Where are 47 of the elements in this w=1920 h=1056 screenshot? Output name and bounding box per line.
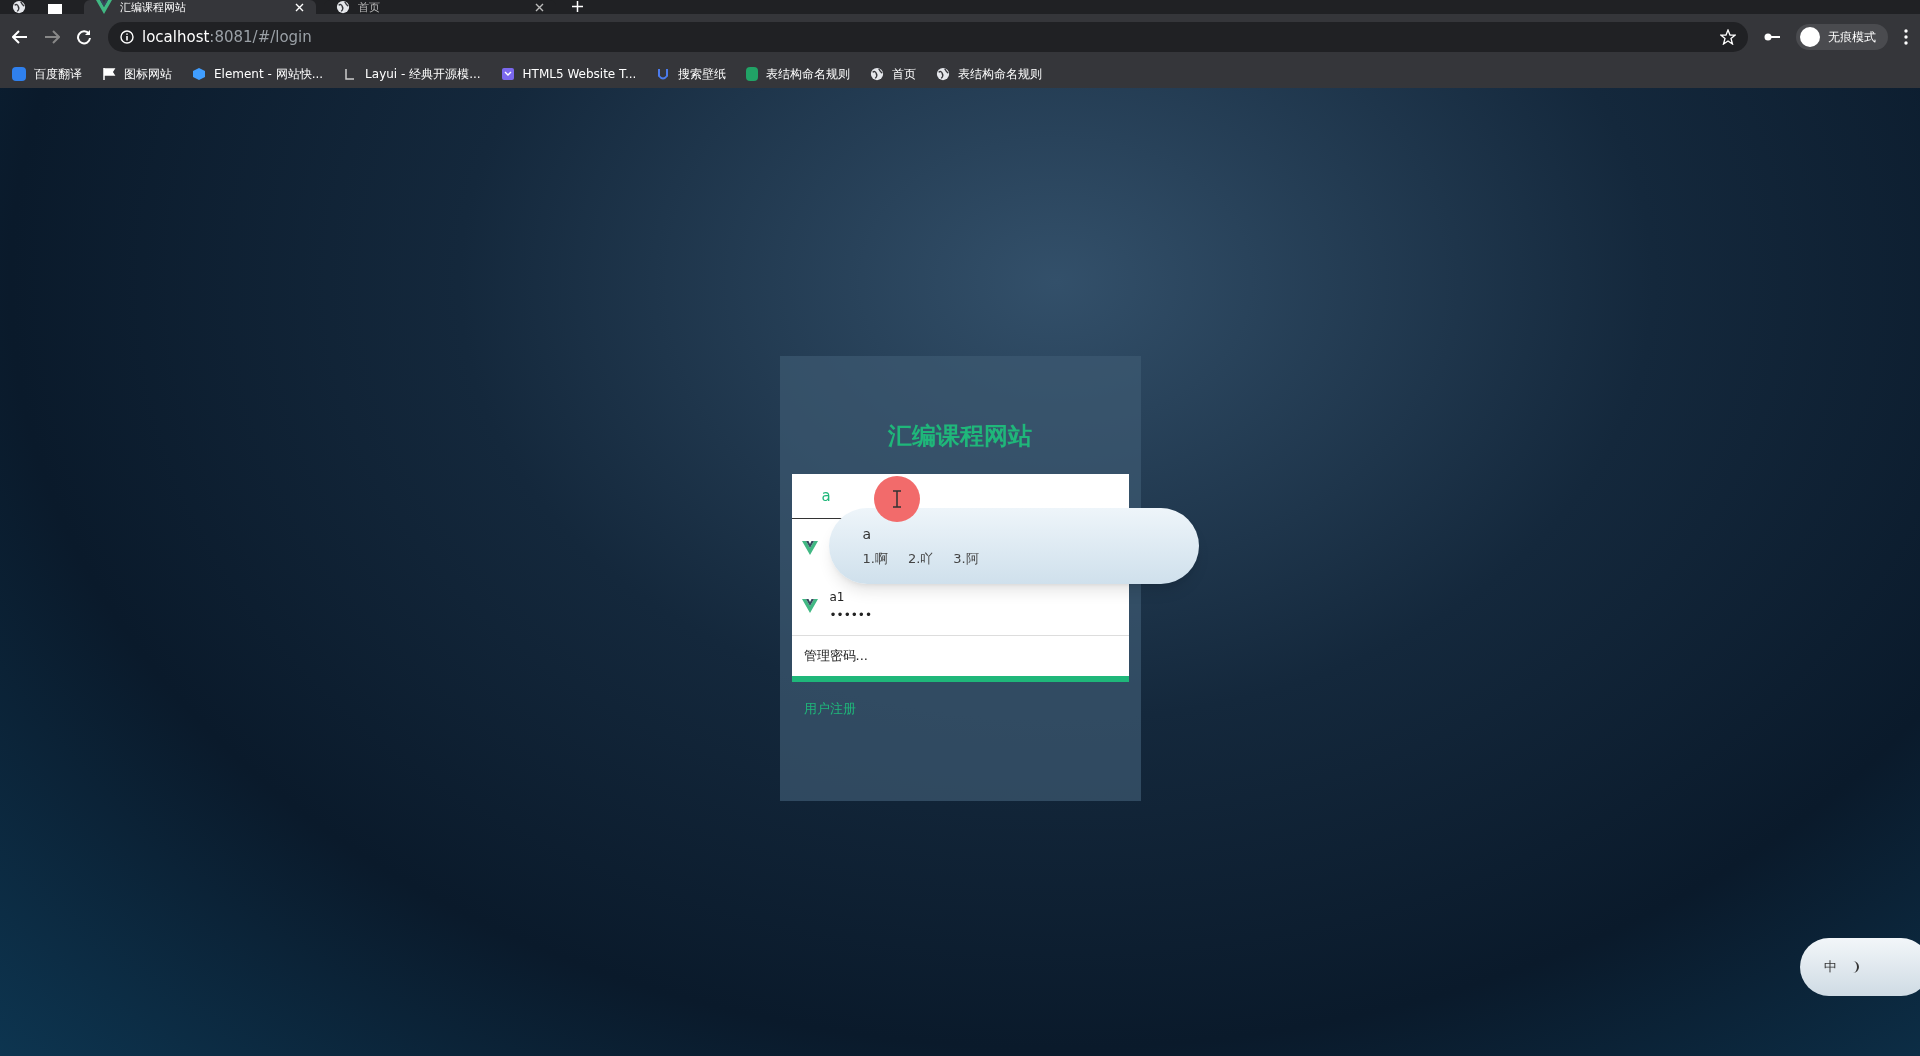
flag-icon	[102, 67, 116, 81]
spreadsheet-icon	[746, 67, 759, 81]
ime-candidate[interactable]: 2.吖	[907, 548, 934, 569]
info-icon	[120, 30, 134, 44]
bookmark-item[interactable]: Element - 网站快...	[192, 65, 324, 83]
address-bar[interactable]: localhost:8081/#/login	[108, 22, 1748, 52]
bookmark-item[interactable]: 图标网站	[102, 65, 172, 83]
bookmark-item[interactable]: Layui - 经典开源模...	[343, 65, 481, 83]
ime-candidate[interactable]: 3.阿	[953, 548, 979, 569]
bookmark-item[interactable]: 首页	[870, 65, 917, 83]
ime-candidate[interactable]: 1.啊	[862, 548, 888, 569]
tab-title: 首页	[358, 1, 381, 13]
ime-mode[interactable]: 中	[1824, 957, 1837, 977]
star-icon[interactable]	[1720, 29, 1736, 45]
u-shape-icon	[656, 67, 671, 81]
site-title: 汇编课程网站	[888, 421, 1032, 452]
bookmark-item[interactable]: HTML5 Website T...	[500, 65, 637, 83]
saved-username[interactable]: a1	[829, 588, 872, 606]
vue-logo-icon	[801, 599, 818, 613]
key-icon[interactable]	[1764, 32, 1780, 42]
vue-logo-icon	[96, 0, 112, 14]
register-link[interactable]: 用户注册	[803, 701, 856, 716]
translate-icon	[12, 67, 26, 81]
globe-icon	[870, 67, 885, 81]
manage-passwords-item[interactable]: 管理密码...	[791, 636, 1129, 676]
shield-icon	[500, 67, 515, 81]
close-icon[interactable]	[535, 2, 544, 12]
forward-icon[interactable]	[44, 30, 60, 44]
bookmark-item[interactable]: 表结构命名规则	[746, 65, 851, 83]
window-icon	[48, 4, 62, 14]
browser-tab[interactable]: 汇编课程网站	[84, 0, 316, 14]
back-icon[interactable]	[12, 30, 28, 44]
tab-title: 汇编课程网站	[120, 1, 187, 13]
vue-logo-icon	[801, 541, 818, 555]
hexagon-icon	[192, 67, 206, 81]
url-text: localhost:8081/#/login	[142, 26, 312, 48]
bookmark-item[interactable]: 百度翻译	[12, 65, 82, 83]
incognito-badge[interactable]: 无痕模式	[1796, 24, 1888, 50]
ime-composition: a	[862, 524, 873, 544]
menu-icon[interactable]	[1904, 29, 1908, 45]
cursor-highlight-icon	[873, 476, 920, 522]
bookmark-item[interactable]: 表结构命名规则	[936, 65, 1043, 83]
globe-icon	[936, 67, 951, 81]
bookmark-item[interactable]: 搜索壁纸	[656, 65, 727, 83]
saved-password: ••••••	[829, 607, 872, 624]
reload-icon[interactable]	[76, 29, 92, 45]
new-tab-icon[interactable]	[572, 1, 583, 12]
